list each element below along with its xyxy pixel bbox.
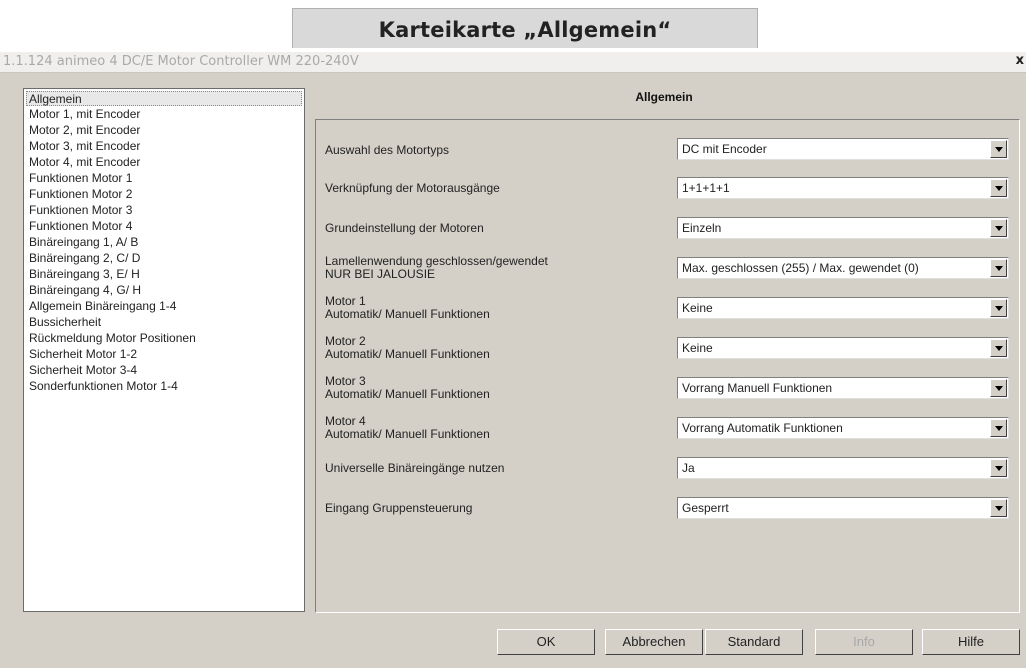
nav-item-funktionen-motor-3[interactable]: Funktionen Motor 3 <box>27 203 132 218</box>
motor-4-dropdown[interactable]: Vorrang Automatik Funktionen <box>677 417 1009 439</box>
nav-item-motor-1-encoder[interactable]: Motor 1, mit Encoder <box>27 107 140 122</box>
param-label: Motor 4 Automatik/ Manuell Funktionen <box>325 414 490 441</box>
dropdown-value: Keine <box>682 341 713 355</box>
motor-3-dropdown[interactable]: Vorrang Manuell Funktionen <box>677 377 1009 399</box>
param-label: Verknüpfung der Motorausgänge <box>325 181 500 195</box>
param-label: Motor 2 Automatik/ Manuell Funktionen <box>325 334 490 361</box>
motor-1-dropdown[interactable]: Keine <box>677 297 1009 319</box>
nav-item-allgemein-binaereingang[interactable]: Allgemein Binäreingang 1-4 <box>27 299 176 314</box>
nav-item-binaereingang-3[interactable]: Binäreingang 3, E/ H <box>27 267 140 282</box>
gruppensteuerung-dropdown[interactable]: Gesperrt <box>677 497 1009 519</box>
param-label: Motor 1 Automatik/ Manuell Funktionen <box>325 294 490 321</box>
nav-item-sonderfunktionen[interactable]: Sonderfunktionen Motor 1-4 <box>27 379 178 394</box>
chevron-down-icon[interactable] <box>990 459 1007 477</box>
dropdown-value: 1+1+1+1 <box>682 181 730 195</box>
dropdown-value: Ja <box>682 461 695 475</box>
nav-item-binaereingang-4[interactable]: Binäreingang 4, G/ H <box>27 283 141 298</box>
nav-item-binaereingang-2[interactable]: Binäreingang 2, C/ D <box>27 251 140 266</box>
dropdown-value: Gesperrt <box>682 501 729 515</box>
chevron-down-icon[interactable] <box>990 339 1007 357</box>
nav-item-motor-2-encoder[interactable]: Motor 2, mit Encoder <box>27 123 140 138</box>
parameter-tree[interactable]: Allgemein Motor 1, mit Encoder Motor 2, … <box>23 88 305 612</box>
grundeinstellung-dropdown[interactable]: Einzeln <box>677 217 1009 239</box>
chevron-down-icon[interactable] <box>990 419 1007 437</box>
param-label: Universelle Binäreingänge nutzen <box>325 461 505 475</box>
nav-item-funktionen-motor-1[interactable]: Funktionen Motor 1 <box>27 171 132 186</box>
nav-item-sicherheit-motor-1-2[interactable]: Sicherheit Motor 1-2 <box>27 347 137 362</box>
param-label: Auswahl des Motortyps <box>325 143 450 157</box>
chevron-down-icon[interactable] <box>990 499 1007 517</box>
chevron-down-icon[interactable] <box>990 299 1007 317</box>
chevron-down-icon[interactable] <box>990 219 1007 237</box>
dialog-window: 1.1.124 animeo 4 DC/E Motor Controller W… <box>0 52 1026 668</box>
nav-item-funktionen-motor-4[interactable]: Funktionen Motor 4 <box>27 219 132 234</box>
param-label: Grundeinstellung der Motoren <box>325 221 484 235</box>
nav-item-motor-3-encoder[interactable]: Motor 3, mit Encoder <box>27 139 140 154</box>
chevron-down-icon[interactable] <box>990 179 1007 197</box>
panel-title: Allgemein <box>635 90 693 104</box>
dropdown-value: DC mit Encoder <box>682 142 767 156</box>
dropdown-value: Max. geschlossen (255) / Max. gewendet (… <box>682 261 919 275</box>
title-bar: 1.1.124 animeo 4 DC/E Motor Controller W… <box>0 52 1026 73</box>
window-title: 1.1.124 animeo 4 DC/E Motor Controller W… <box>3 54 359 69</box>
info-button: Info <box>815 629 913 655</box>
cancel-button[interactable]: Abbrechen <box>605 629 703 655</box>
dropdown-value: Vorrang Manuell Funktionen <box>682 381 833 395</box>
chevron-down-icon[interactable] <box>990 140 1007 158</box>
nav-item-motor-4-encoder[interactable]: Motor 4, mit Encoder <box>27 155 140 170</box>
dropdown-value: Einzeln <box>682 221 722 235</box>
caption-tab: Karteikarte „Allgemein“ <box>292 8 758 48</box>
motortyp-dropdown[interactable]: DC mit Encoder <box>677 138 1009 160</box>
nav-item-sicherheit-motor-3-4[interactable]: Sicherheit Motor 3-4 <box>27 363 137 378</box>
binaereingaenge-dropdown[interactable]: Ja <box>677 457 1009 479</box>
param-label: Lamellenwendung geschlossen/gewendet NUR … <box>325 254 548 281</box>
param-label: Eingang Gruppensteuerung <box>325 501 473 515</box>
motorausgaenge-dropdown[interactable]: 1+1+1+1 <box>677 177 1009 199</box>
dropdown-value: Keine <box>682 301 713 315</box>
default-button[interactable]: Standard <box>705 629 803 655</box>
help-button[interactable]: Hilfe <box>922 629 1020 655</box>
motor-2-dropdown[interactable]: Keine <box>677 337 1009 359</box>
param-label: Motor 3 Automatik/ Manuell Funktionen <box>325 374 490 401</box>
chevron-down-icon[interactable] <box>990 379 1007 397</box>
lamellenwendung-dropdown[interactable]: Max. geschlossen (255) / Max. gewendet (… <box>677 257 1009 279</box>
nav-item-binaereingang-1[interactable]: Binäreingang 1, A/ B <box>27 235 138 250</box>
nav-item-funktionen-motor-2[interactable]: Funktionen Motor 2 <box>27 187 132 202</box>
chevron-down-icon[interactable] <box>990 259 1007 277</box>
close-icon[interactable]: x <box>1016 53 1024 68</box>
caption-text: Karteikarte „Allgemein“ <box>378 18 672 42</box>
dropdown-value: Vorrang Automatik Funktionen <box>682 421 843 435</box>
nav-item-rueckmeldung[interactable]: Rückmeldung Motor Positionen <box>27 331 196 346</box>
nav-item-bussicherheit[interactable]: Bussicherheit <box>27 315 101 330</box>
nav-item-allgemein[interactable]: Allgemein <box>26 91 302 106</box>
ok-button[interactable]: OK <box>497 629 595 655</box>
